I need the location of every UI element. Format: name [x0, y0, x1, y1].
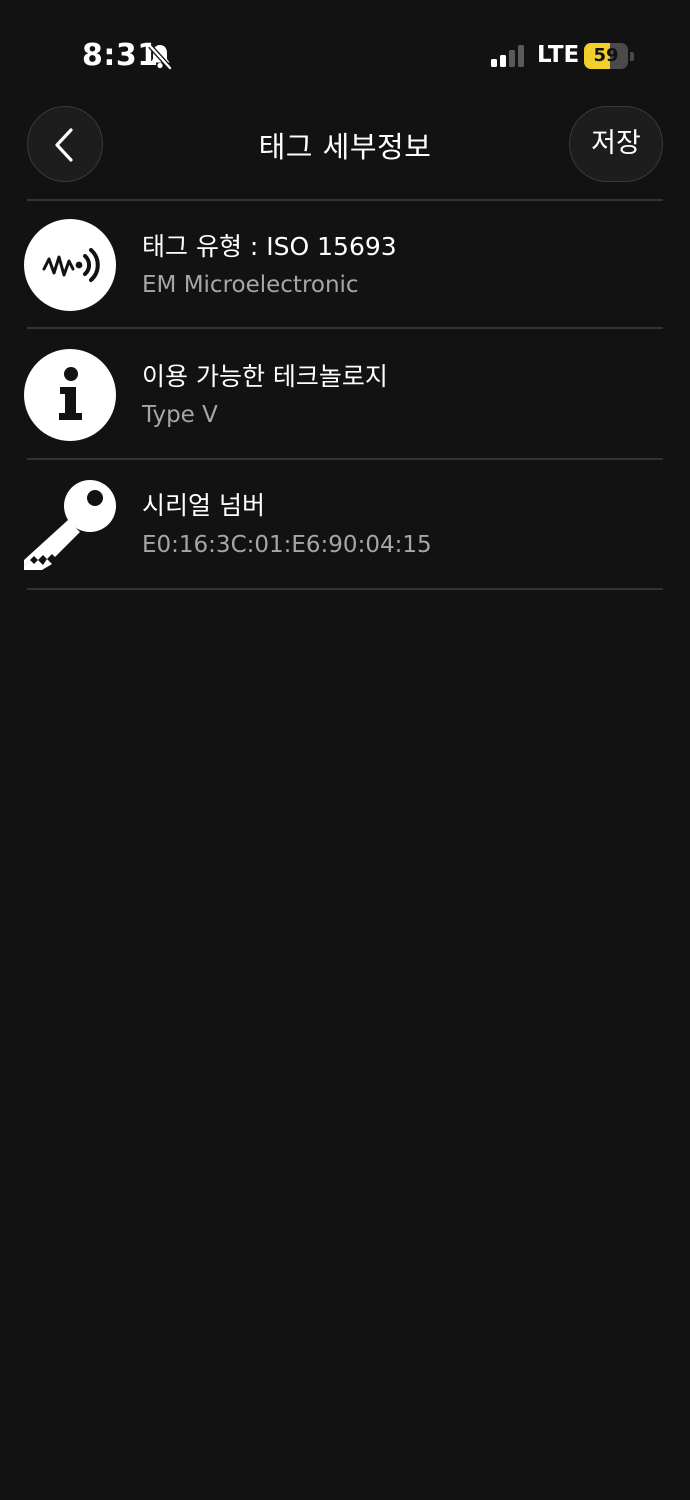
network-type: LTE [537, 42, 580, 68]
status-bar: 8:31 LTE 59 [0, 0, 690, 110]
detail-row-tag-type: 태그 유형 : ISO 15693 EM Microelectronic [0, 201, 690, 329]
bell-slash-icon [148, 44, 172, 70]
detail-title: 이용 가능한 테크놀로지 [142, 362, 388, 391]
battery-level: 59 [593, 45, 619, 66]
save-button-label: 저장 [591, 128, 641, 159]
back-button[interactable] [27, 106, 103, 182]
key-icon [24, 480, 116, 570]
detail-title: 시리얼 넘버 [142, 491, 265, 520]
detail-value: EM Microelectronic [142, 272, 359, 298]
detail-value: E0:16:3C:01:E6:90:04:15 [142, 532, 432, 558]
nfc-signal-icon [24, 219, 116, 311]
tag-details-screen: 8:31 LTE 59 태그 세부정보 저장 태그 유형: ISO 15693… [0, 0, 690, 1500]
detail-value: Type V [142, 402, 218, 428]
battery-icon: 59 [584, 43, 634, 69]
save-button[interactable]: 저장 [569, 106, 663, 182]
info-icon [24, 349, 116, 441]
chevron-left-icon [55, 128, 73, 162]
signal-bars-icon [491, 45, 524, 67]
detail-row-technology: 이용 가능한 테크놀로지 Type V [0, 329, 690, 457]
detail-row-serial-number: 시리얼 넘버 E0:16:3C:01:E6:90:04:15 [0, 460, 690, 588]
page-title: 태그 세부정보 [258, 130, 432, 164]
divider [27, 588, 663, 590]
detail-title: 태그 유형 : ISO 15693 [142, 232, 397, 261]
